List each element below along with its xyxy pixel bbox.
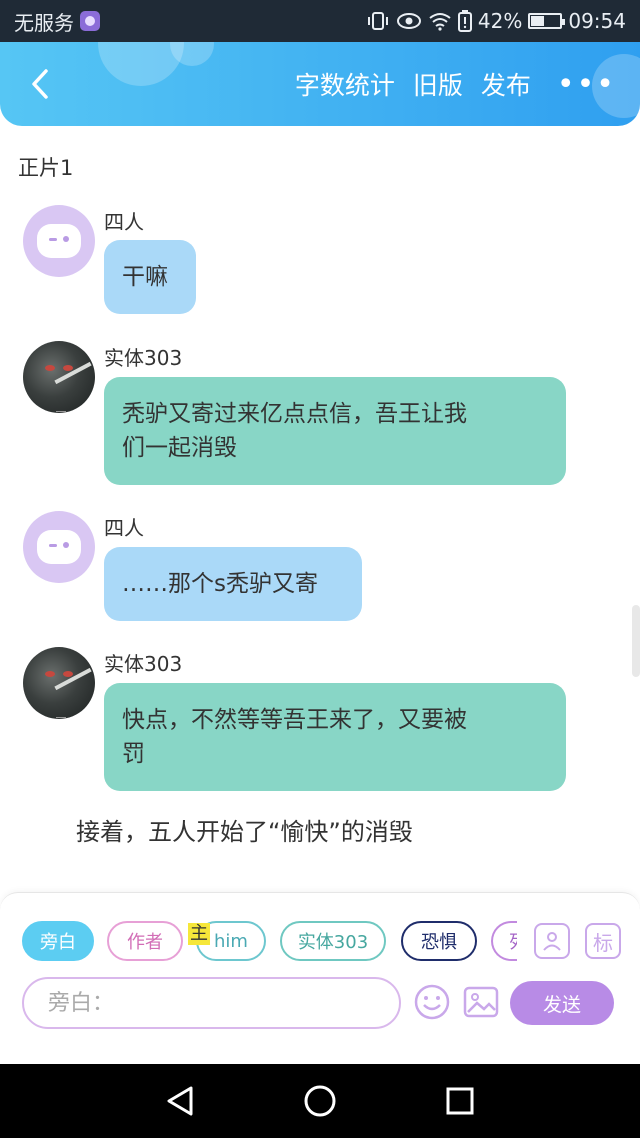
main-role-badge: 主	[188, 923, 210, 945]
ghost-avatar-icon	[37, 530, 81, 564]
role-chip-entity-303[interactable]: 实体303	[280, 921, 386, 961]
sender-name: 四人	[104, 516, 144, 540]
input-panel: 旁白 作者 him 主 实体303 恐惧 列 标 发送	[0, 892, 640, 1064]
message-text-line: 快点，不然等等吾王来了，又要被	[122, 707, 467, 733]
status-bar: 无服务 42% 09:54	[0, 0, 640, 42]
avatar-eye	[45, 671, 55, 677]
eye-icon	[396, 13, 421, 29]
avatar[interactable]	[23, 511, 95, 583]
app-notification-icon	[80, 11, 100, 31]
header-actions: 字数统计 旧版 发布 •••	[295, 42, 616, 126]
tag-button[interactable]: 标	[585, 923, 621, 959]
avatar[interactable]	[23, 205, 95, 277]
avatar-underline	[56, 411, 66, 412]
message-text-line: 秃驴又寄过来亿点点信，吾王让我	[122, 401, 467, 427]
wifi-icon	[429, 13, 451, 31]
person-icon	[543, 932, 561, 951]
section-title: 正片1	[18, 156, 74, 180]
message-text-line: 罚	[122, 741, 145, 767]
emoji-icon	[414, 984, 450, 1020]
nav-home-button[interactable]	[300, 1081, 340, 1121]
status-left: 无服务	[14, 7, 100, 36]
message-text-line: 们一起消毁	[122, 435, 237, 461]
avatar-eye	[45, 365, 55, 371]
message-input[interactable]	[22, 977, 401, 1029]
word-count-button[interactable]: 字数统计	[295, 66, 395, 102]
chevron-left-icon	[32, 69, 48, 99]
clock: 09:54	[568, 9, 626, 33]
sender-name: 实体303	[104, 346, 183, 370]
status-right: 42% 09:54	[366, 9, 626, 33]
circle-home-icon	[304, 1085, 336, 1117]
message-bubble[interactable]: ……那个s秃驴又寄	[104, 547, 362, 621]
publish-button[interactable]: 发布	[481, 66, 531, 102]
message-text: ……那个s秃驴又寄	[122, 571, 318, 597]
nav-recents-button[interactable]	[440, 1081, 480, 1121]
ghost-avatar-icon	[37, 224, 81, 258]
nav-back-button[interactable]	[160, 1081, 200, 1121]
avatar[interactable]	[23, 341, 95, 413]
square-recents-icon	[446, 1087, 474, 1115]
character-settings-button[interactable]	[534, 923, 570, 959]
send-button[interactable]: 发送	[510, 981, 614, 1025]
battery-alert-icon	[457, 10, 472, 32]
scrollbar[interactable]	[632, 605, 640, 677]
message-bubble[interactable]: 干嘛	[104, 240, 196, 314]
image-button[interactable]	[462, 983, 500, 1021]
avatar[interactable]	[23, 647, 95, 719]
tag-icon: 标	[593, 930, 613, 955]
battery-level	[531, 16, 544, 26]
message-text: 干嘛	[122, 264, 168, 290]
triangle-back-icon	[167, 1086, 193, 1116]
app-header: 字数统计 旧版 发布 •••	[0, 42, 640, 126]
message-bubble[interactable]: 秃驴又寄过来亿点点信，吾王让我 们一起消毁	[104, 377, 566, 485]
carrier-text: 无服务	[14, 10, 74, 35]
vibrate-icon	[367, 12, 388, 30]
back-button[interactable]	[18, 62, 62, 106]
message-bubble[interactable]: 快点，不然等等吾王来了，又要被 罚	[104, 683, 566, 791]
role-chip-partial-label: 列	[509, 928, 517, 954]
more-button[interactable]: •••	[557, 67, 616, 102]
role-chip-narrator[interactable]: 旁白	[22, 921, 94, 961]
old-version-button[interactable]: 旧版	[413, 66, 463, 102]
avatar-detail	[54, 667, 92, 691]
narration-text[interactable]: 接着，五人开始了“愉快”的消毁	[76, 812, 413, 847]
sender-name: 实体303	[104, 652, 183, 676]
navigation-bar	[0, 1064, 640, 1138]
emoji-button[interactable]	[413, 983, 451, 1021]
role-chip-fear[interactable]: 恐惧	[401, 921, 477, 961]
battery-icon	[528, 13, 566, 29]
sender-name: 四人	[104, 210, 144, 234]
battery-percent: 42%	[477, 9, 523, 33]
avatar-detail	[54, 361, 92, 385]
image-icon	[463, 986, 499, 1018]
avatar-underline	[56, 717, 66, 718]
role-chip-partial[interactable]: 列	[491, 921, 517, 961]
role-chip-author[interactable]: 作者	[107, 921, 183, 961]
